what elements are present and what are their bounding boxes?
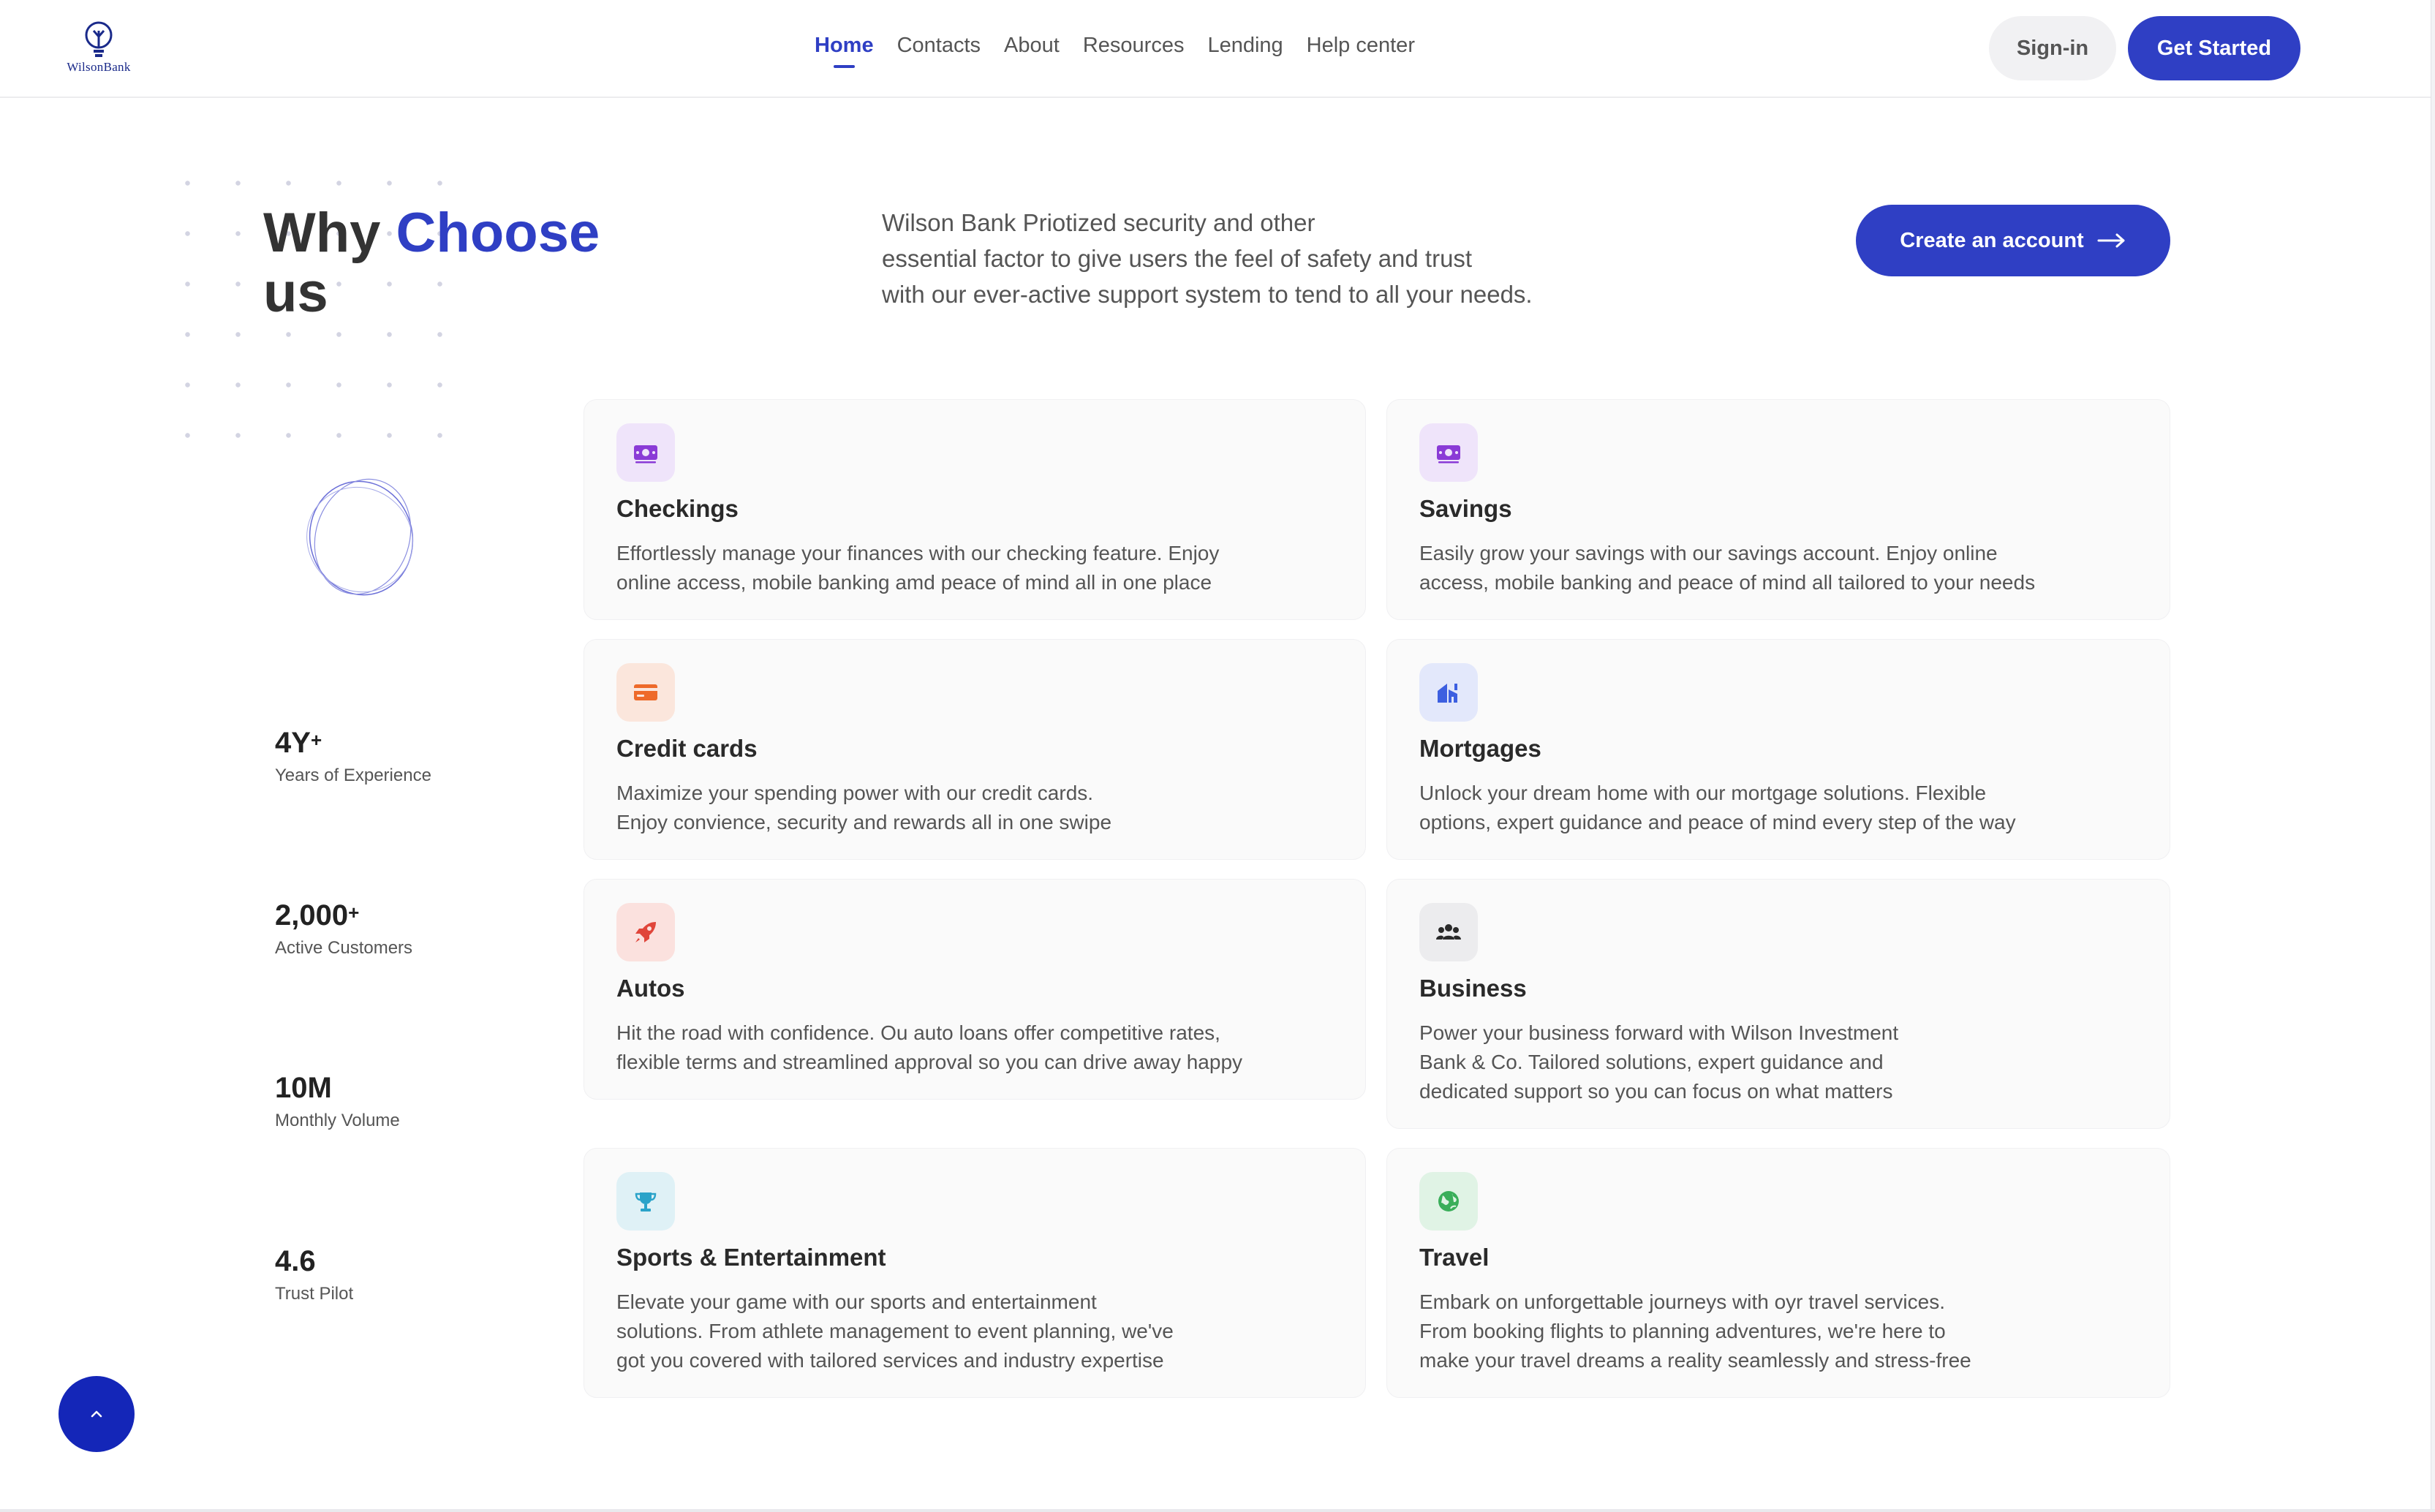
desc-line: got you covered with tailored services a… bbox=[616, 1349, 1164, 1372]
create-account-label: Create an account bbox=[1900, 228, 2084, 252]
stat-value: 4Y+ bbox=[275, 727, 431, 760]
card-mortgages[interactable]: Mortgages Unlock your dream home with ou… bbox=[1386, 639, 2170, 860]
desc-line: Elevate your game with our sports and en… bbox=[616, 1290, 1097, 1313]
page-title: Why Choose us bbox=[263, 203, 643, 323]
nav-help-center[interactable]: Help center bbox=[1307, 34, 1415, 58]
money-icon bbox=[1419, 423, 1478, 482]
stat-value: 2,000+ bbox=[275, 899, 412, 932]
card-description: Power your business forward with Wilson … bbox=[1419, 1018, 1898, 1106]
card-title: Credit cards bbox=[616, 735, 758, 762]
get-started-button[interactable]: Get Started bbox=[2128, 16, 2300, 80]
stat-customers: 2,000+ Active Customers bbox=[275, 899, 412, 959]
users-icon bbox=[1419, 903, 1478, 961]
card-autos[interactable]: Autos Hit the road with confidence. Ou a… bbox=[584, 879, 1366, 1100]
card-checkings[interactable]: Checkings Effortlessly manage your finan… bbox=[584, 399, 1366, 620]
stat-suffix: + bbox=[310, 729, 322, 751]
stat-number: 4.6 bbox=[275, 1245, 316, 1277]
card-description: Maximize your spending power with our cr… bbox=[616, 779, 1111, 837]
desc-line: Embark on unforgettable journeys with oy… bbox=[1419, 1290, 1945, 1313]
desc-line: Bank & Co. Tailored solutions, expert gu… bbox=[1419, 1051, 1884, 1073]
lightbulb-logo-icon bbox=[85, 21, 113, 57]
top-header: WilsonBank Home Contacts About Resources… bbox=[0, 0, 2435, 98]
card-title: Checkings bbox=[616, 495, 739, 522]
page-scrollbar[interactable] bbox=[2431, 0, 2435, 1512]
desc-line: Enjoy convience, security and rewards al… bbox=[616, 811, 1112, 834]
card-travel[interactable]: Travel Embark on unforgettable journeys … bbox=[1386, 1148, 2170, 1398]
logo-text: WilsonBank bbox=[67, 60, 131, 74]
title-part-why: Why bbox=[263, 202, 396, 264]
stat-trust-pilot: 4.6 Trust Pilot bbox=[275, 1245, 353, 1304]
wilsonbank-logo[interactable]: WilsonBank bbox=[58, 20, 139, 76]
nav-contacts[interactable]: Contacts bbox=[897, 34, 981, 58]
desc-line: Unlock your dream home with our mortgage… bbox=[1419, 782, 1987, 804]
stat-label: Active Customers bbox=[275, 938, 413, 958]
stat-value: 10M bbox=[275, 1072, 400, 1105]
card-title: Autos bbox=[616, 975, 685, 1002]
nav-home[interactable]: Home bbox=[815, 34, 874, 68]
trophy-icon bbox=[616, 1172, 675, 1231]
stat-experience: 4Y+ Years of Experience bbox=[275, 727, 431, 786]
back-to-top-button[interactable] bbox=[58, 1376, 135, 1452]
stat-volume: 10M Monthly Volume bbox=[275, 1072, 400, 1131]
desc-line: make your travel dreams a reality seamle… bbox=[1419, 1349, 1971, 1372]
bottom-divider bbox=[0, 1509, 2435, 1512]
stat-number: 4Y bbox=[275, 727, 311, 759]
nav-about[interactable]: About bbox=[1004, 34, 1060, 58]
title-accent-choose: Choose bbox=[396, 202, 600, 264]
card-title: Travel bbox=[1419, 1244, 1490, 1271]
desc-line: Effortlessly manage your finances with o… bbox=[616, 542, 1220, 564]
card-description: Embark on unforgettable journeys with oy… bbox=[1419, 1288, 1971, 1375]
desc-line: dedicated support so you can focus on wh… bbox=[1419, 1080, 1893, 1103]
card-sports-entertainment[interactable]: Sports & Entertainment Elevate your game… bbox=[584, 1148, 1366, 1398]
main-nav: Home Contacts About Resources Lending He… bbox=[815, 34, 1415, 68]
card-title: Mortgages bbox=[1419, 735, 1541, 762]
money-icon bbox=[616, 423, 675, 482]
rocket-icon bbox=[616, 903, 675, 961]
desc-line: Maximize your spending power with our cr… bbox=[616, 782, 1094, 804]
card-description: Elevate your game with our sports and en… bbox=[616, 1288, 1174, 1375]
desc-line: From booking flights to planning adventu… bbox=[1419, 1320, 1946, 1342]
card-description: Effortlessly manage your finances with o… bbox=[616, 539, 1219, 597]
house-icon bbox=[1419, 663, 1478, 722]
nav-lending[interactable]: Lending bbox=[1207, 34, 1283, 58]
create-account-button[interactable]: Create an account bbox=[1856, 205, 2170, 276]
stat-value: 4.6 bbox=[275, 1245, 353, 1278]
stat-number: 2,000 bbox=[275, 899, 349, 931]
desc-line: options, expert guidance and peace of mi… bbox=[1419, 811, 2016, 834]
stat-label: Monthly Volume bbox=[275, 1111, 400, 1130]
signin-button[interactable]: Sign-in bbox=[1989, 16, 2116, 80]
desc-line: online access, mobile banking amd peace … bbox=[616, 571, 1212, 594]
desc-line: solutions. From athlete management to ev… bbox=[616, 1320, 1174, 1342]
intro-line: essential factor to give users the feel … bbox=[882, 245, 1473, 272]
intro-paragraph: Wilson Bank Priotized security and other… bbox=[882, 205, 1613, 312]
card-title: Savings bbox=[1419, 495, 1512, 522]
card-title: Business bbox=[1419, 975, 1527, 1002]
chevron-up-icon bbox=[91, 1410, 102, 1418]
card-description: Unlock your dream home with our mortgage… bbox=[1419, 779, 2016, 837]
desc-line: Power your business forward with Wilson … bbox=[1419, 1021, 1899, 1044]
desc-line: Hit the road with confidence. Ou auto lo… bbox=[616, 1021, 1220, 1044]
card-savings[interactable]: Savings Easily grow your savings with ou… bbox=[1386, 399, 2170, 620]
desc-line: flexible terms and streamlined approval … bbox=[616, 1051, 1243, 1073]
globe-icon bbox=[1419, 1172, 1478, 1231]
stat-number: 10M bbox=[275, 1072, 332, 1104]
card-business[interactable]: Business Power your business forward wit… bbox=[1386, 879, 2170, 1129]
stat-label: Years of Experience bbox=[275, 766, 431, 785]
title-part-us: us bbox=[263, 262, 328, 324]
intro-line: Wilson Bank Priotized security and other bbox=[882, 209, 1315, 236]
stat-label: Trust Pilot bbox=[275, 1284, 354, 1304]
arrow-right-icon bbox=[2097, 233, 2125, 248]
desc-line: Easily grow your savings with our saving… bbox=[1419, 542, 1998, 564]
nav-resources[interactable]: Resources bbox=[1083, 34, 1185, 58]
stat-suffix: + bbox=[348, 901, 360, 923]
card-credit-cards[interactable]: Credit cards Maximize your spending powe… bbox=[584, 639, 1366, 860]
card-title: Sports & Entertainment bbox=[616, 1244, 886, 1271]
card-description: Hit the road with confidence. Ou auto lo… bbox=[616, 1018, 1242, 1077]
desc-line: access, mobile banking and peace of mind… bbox=[1419, 571, 2036, 594]
decorative-scribble-circle bbox=[306, 478, 414, 596]
card-description: Easily grow your savings with our saving… bbox=[1419, 539, 2035, 597]
credit-card-icon bbox=[616, 663, 675, 722]
intro-line: with our ever-active support system to t… bbox=[882, 281, 1533, 308]
